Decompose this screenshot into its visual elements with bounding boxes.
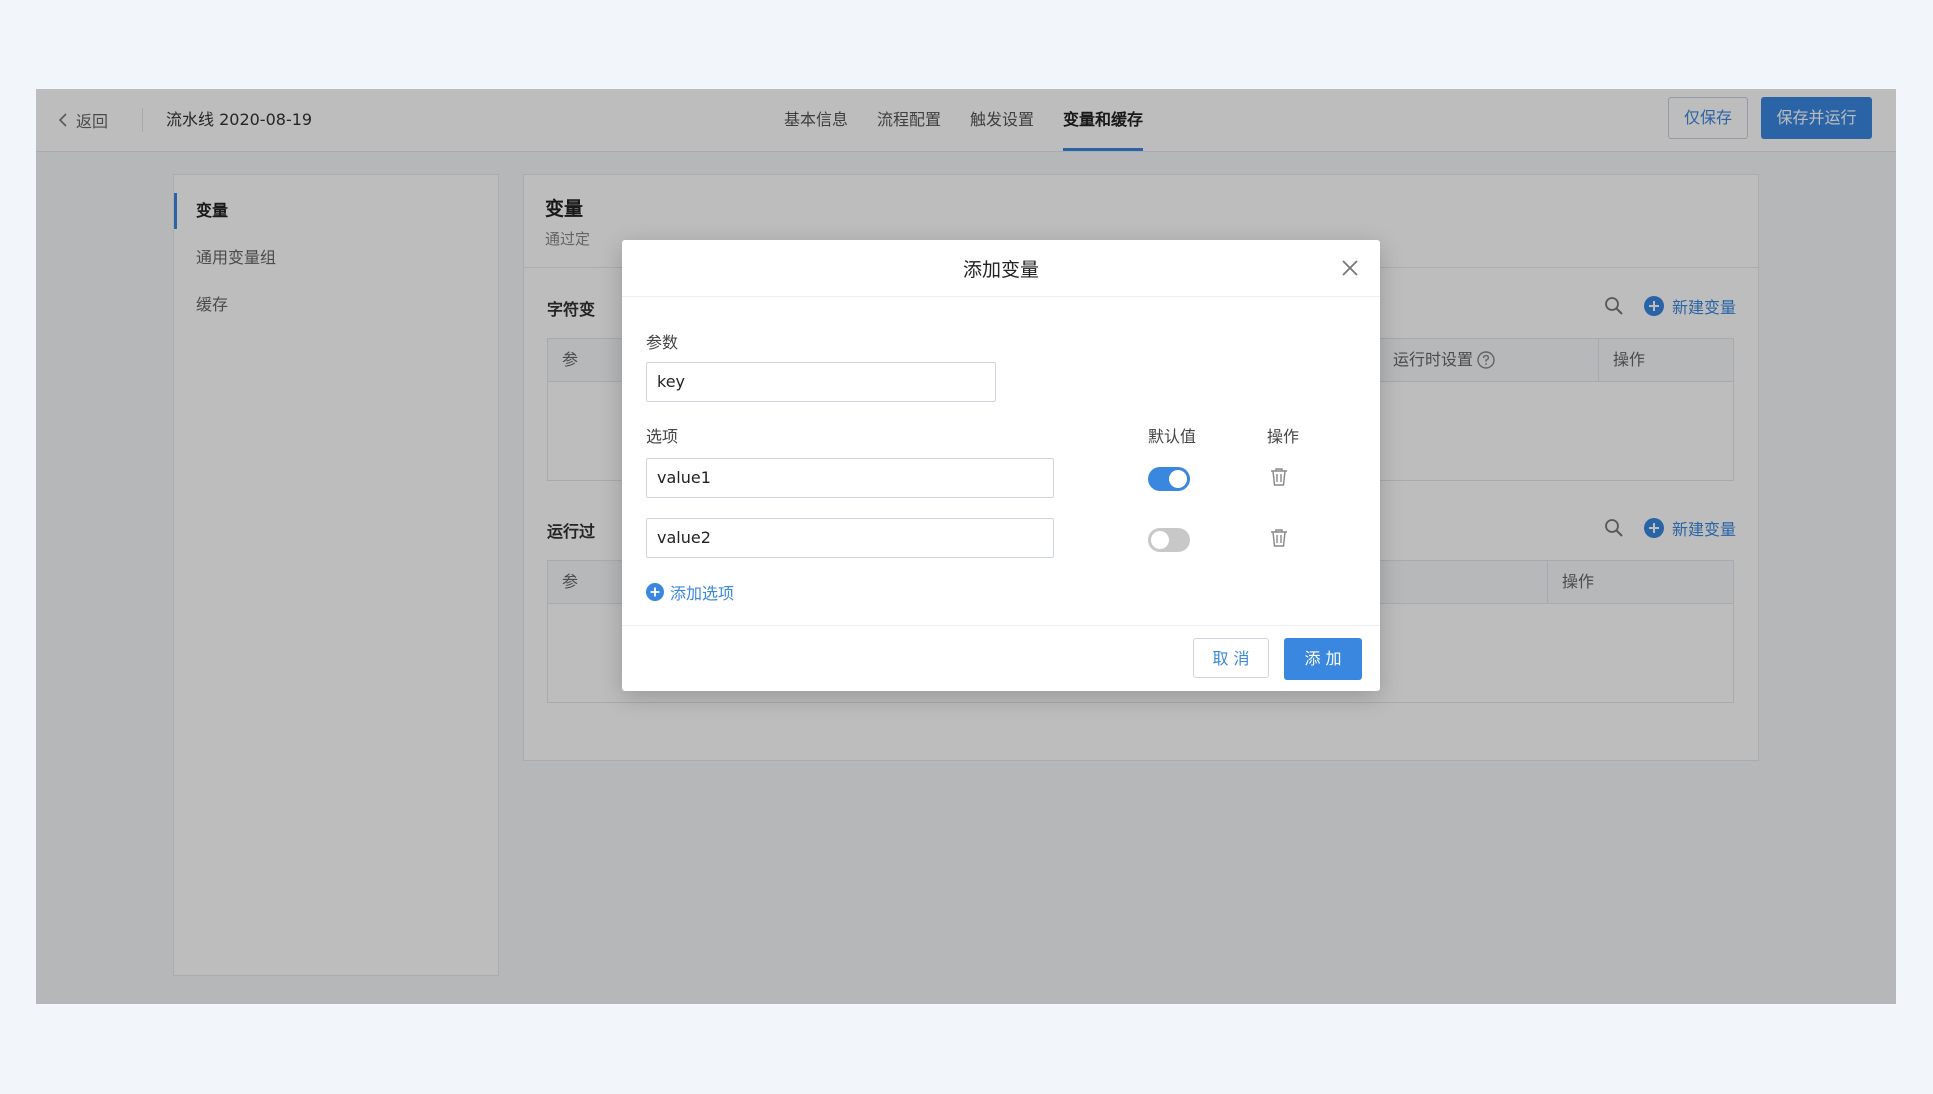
add-variable-dialog: 添加变量 参数 key 选项 默认值 操作 value1 value2 添加选项… <box>622 240 1380 691</box>
close-icon[interactable] <box>1340 258 1360 278</box>
add-option-label: 添加选项 <box>670 584 735 603</box>
add-button[interactable]: 添 加 <box>1284 638 1362 680</box>
action-label: 操作 <box>1267 427 1300 446</box>
app-window: 返回 流水线 2020-08-19 基本信息 流程配置 触发设置 变量和缓存 仅… <box>36 89 1896 1004</box>
plus-circle-icon <box>646 583 664 601</box>
option-input-2[interactable]: value2 <box>646 518 1054 558</box>
dialog-footer: 取 消 添 加 <box>622 625 1380 692</box>
dialog-header: 添加变量 <box>622 240 1380 297</box>
default-value-label: 默认值 <box>1148 427 1197 446</box>
param-label: 参数 <box>646 333 679 352</box>
trash-icon[interactable] <box>1270 528 1288 548</box>
trash-icon[interactable] <box>1270 467 1288 487</box>
param-input[interactable]: key <box>646 362 996 402</box>
default-toggle-1[interactable] <box>1148 467 1190 491</box>
cancel-button[interactable]: 取 消 <box>1193 638 1269 678</box>
toggle-knob <box>1151 531 1169 549</box>
add-option-button[interactable]: 添加选项 <box>646 580 734 604</box>
toggle-knob <box>1169 470 1187 488</box>
option-input-1[interactable]: value1 <box>646 458 1054 498</box>
default-toggle-2[interactable] <box>1148 528 1190 552</box>
dialog-title: 添加变量 <box>962 259 1039 281</box>
options-label: 选项 <box>646 427 679 446</box>
